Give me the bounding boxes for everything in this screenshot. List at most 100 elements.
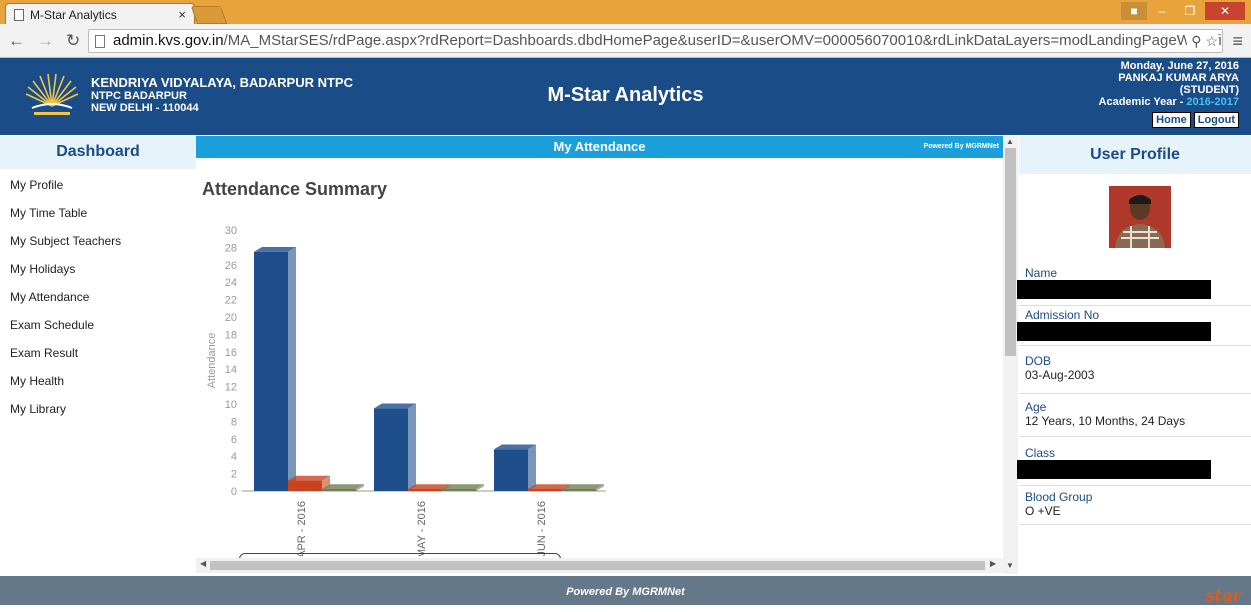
window-controls: ■ – ❐ ✕ [1121, 2, 1245, 20]
main-title-bar: My Attendance Powered By MGRMNet [196, 136, 1003, 158]
chart-bar [374, 408, 408, 491]
reload-icon[interactable]: ↻ [66, 31, 80, 51]
tab-title: M-Star Analytics [30, 7, 117, 22]
admission-label: Admission No [1025, 308, 1100, 322]
attendance-chart: 024681012141618202224262830AttendanceAPR… [206, 225, 606, 556]
chart-bar [528, 489, 562, 491]
tab-close-icon[interactable]: × [178, 7, 186, 22]
profile-dob-field: DOB 03-Aug-2003 [1019, 354, 1251, 394]
user-icon[interactable]: ■ [1121, 2, 1147, 20]
profile-admission-field: Admission No [1017, 308, 1251, 346]
sidebar-item-exam-result[interactable]: Exam Result [0, 342, 196, 370]
minimize-icon[interactable]: – [1149, 2, 1175, 20]
app-title: M-Star Analytics [547, 84, 704, 106]
x-tick-label: MAY - 2016 [416, 501, 428, 556]
chart-bar [288, 480, 322, 491]
sidebar-title: Dashboard [0, 136, 196, 169]
url-input[interactable]: admin.kvs.gov.in/MA_MStarSES/rdPage.aspx… [88, 29, 1223, 53]
close-window-icon[interactable]: ✕ [1205, 2, 1245, 20]
y-tick-label: 10 [225, 399, 237, 411]
y-tick-label: 20 [225, 312, 237, 324]
mstar-logo: star [1205, 586, 1241, 605]
forward-icon[interactable]: → [37, 31, 54, 51]
chart-bar [322, 489, 356, 491]
powered-by-small: Powered By MGRMNet [923, 143, 999, 150]
app-header: KENDRIYA VIDYALAYA, BADARPUR NTPC NTPC B… [0, 58, 1251, 135]
profile-blood-field: Blood Group O +VE [1019, 490, 1251, 525]
name-redacted [1017, 280, 1211, 299]
scroll-down-icon[interactable]: ▼ [1006, 561, 1014, 570]
vertical-scroll-thumb[interactable] [1005, 148, 1016, 356]
chart-bar [254, 251, 288, 491]
sidebar-item-my-profile[interactable]: My Profile [0, 174, 196, 202]
sidebar-item-my-library[interactable]: My Library [0, 398, 196, 426]
y-tick-label: 8 [231, 416, 237, 428]
sidebar-item-my-time-table[interactable]: My Time Table [0, 202, 196, 230]
new-tab-button[interactable] [190, 6, 228, 24]
blood-group-label: Blood Group [1025, 490, 1093, 504]
main-panel: My Attendance Powered By MGRMNet Attenda… [196, 136, 1003, 574]
admission-redacted [1017, 322, 1211, 341]
zoom-icon[interactable]: ⚲ ☆ [1187, 30, 1218, 52]
y-tick-label: 22 [225, 295, 237, 307]
main-title: My Attendance [553, 139, 646, 154]
blood-group-value: O +VE [1025, 504, 1061, 518]
y-tick-label: 4 [231, 451, 237, 463]
y-tick-label: 24 [225, 277, 237, 289]
age-label: Age [1025, 400, 1047, 414]
name-label: Name [1025, 266, 1058, 280]
browser-tab[interactable]: M-Star Analytics × [5, 3, 195, 25]
horizontal-scrollbar[interactable]: ◀ ▶ [196, 558, 1003, 573]
y-tick-label: 30 [225, 225, 237, 237]
current-date: Monday, June 27, 2016 [1120, 60, 1239, 72]
scroll-right-icon[interactable]: ▶ [990, 559, 996, 568]
sidebar: Dashboard My Profile My Time Table My Su… [0, 136, 196, 576]
url-domain: admin.kvs.gov.in [113, 32, 224, 49]
y-axis-label: Attendance [206, 333, 218, 389]
y-tick-label: 6 [231, 434, 237, 446]
academic-year-value: 2016-2017 [1186, 96, 1239, 108]
bar-side-face [528, 444, 536, 491]
y-tick-label: 14 [225, 364, 237, 376]
home-button[interactable]: Home [1152, 112, 1191, 128]
y-tick-label: 12 [225, 382, 237, 394]
back-icon[interactable]: ← [8, 31, 25, 51]
url-path: /MA_MStarSES/rdPage.aspx?rdReport=Dashbo… [223, 32, 1223, 49]
profile-photo [1109, 186, 1171, 248]
profile-age-field: Age 12 Years, 10 Months, 24 Days [1019, 400, 1251, 437]
user-info: Monday, June 27, 2016 PANKAJ KUMAR ARYA … [1099, 60, 1239, 108]
chart-bar [494, 449, 528, 491]
menu-icon[interactable]: ≡ [1232, 31, 1243, 52]
footer-powered-by: Powered By MGRMNet [566, 586, 685, 598]
scroll-left-icon[interactable]: ◀ [200, 559, 206, 568]
horizontal-scroll-thumb[interactable] [210, 561, 985, 570]
sidebar-item-my-holidays[interactable]: My Holidays [0, 258, 196, 286]
y-tick-label: 28 [225, 242, 237, 254]
sidebar-item-my-health[interactable]: My Health [0, 370, 196, 398]
profile-name-field: Name [1017, 266, 1251, 306]
browser-tabstrip: M-Star Analytics × ■ – ❐ ✕ [0, 0, 1251, 25]
dob-label: DOB [1025, 354, 1052, 368]
nav-buttons: ← → ↻ [8, 31, 80, 51]
user-name: PANKAJ KUMAR ARYA [1118, 72, 1239, 84]
y-tick-label: 2 [231, 469, 237, 481]
x-tick-label: JUN - 2016 [536, 501, 548, 556]
dob-value: 03-Aug-2003 [1025, 368, 1095, 382]
sidebar-item-my-attendance[interactable]: My Attendance [0, 286, 196, 314]
bar-side-face [408, 403, 416, 491]
chart-bar [442, 489, 476, 491]
chart-bar [408, 489, 442, 491]
sidebar-item-my-subject-teachers[interactable]: My Subject Teachers [0, 230, 196, 258]
profile-class-field: Class [1017, 446, 1251, 486]
sidebar-item-exam-schedule[interactable]: Exam Schedule [0, 314, 196, 342]
y-tick-label: 0 [231, 486, 237, 498]
logout-button[interactable]: Logout [1193, 112, 1239, 128]
footer: Powered By MGRMNet star [0, 576, 1251, 605]
bar-side-face [288, 246, 296, 491]
x-tick-label: APR - 2016 [296, 501, 308, 556]
user-role: (STUDENT) [1179, 84, 1239, 96]
scroll-up-icon[interactable]: ▲ [1006, 137, 1014, 146]
vertical-scrollbar[interactable]: ▲ ▼ [1003, 136, 1018, 574]
maximize-icon[interactable]: ❐ [1177, 2, 1203, 20]
attendance-summary-title: Attendance Summary [202, 179, 388, 199]
